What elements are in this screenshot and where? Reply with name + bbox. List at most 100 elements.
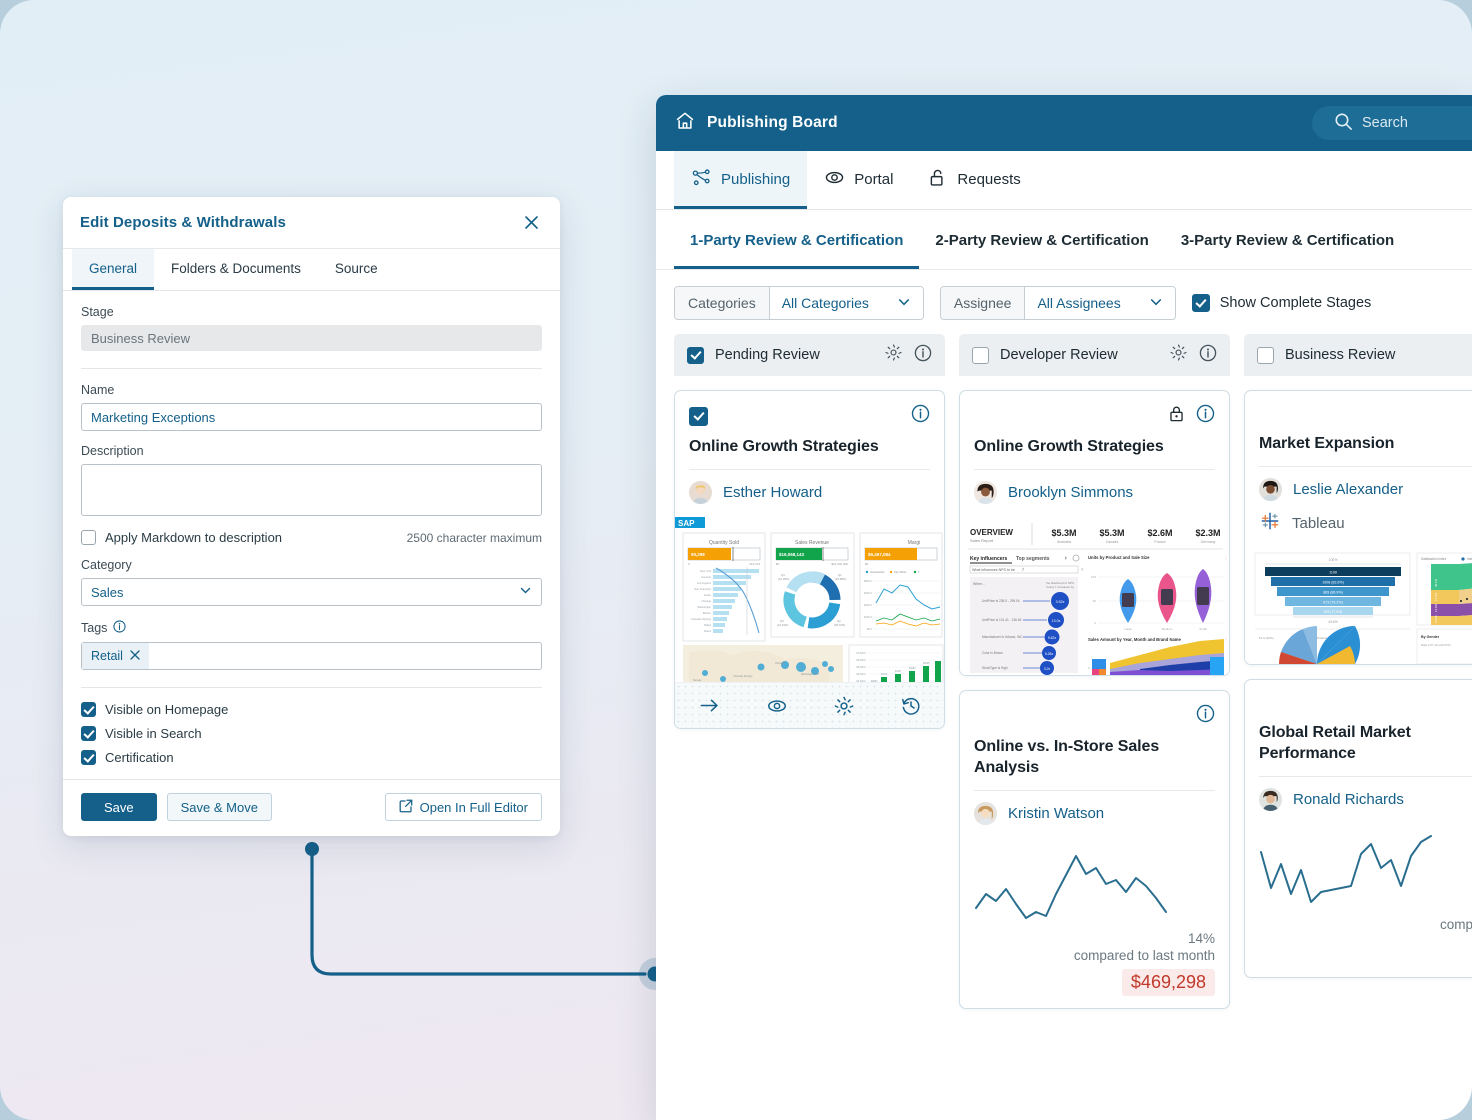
edit-dialog: Edit Deposits & Withdrawals General Fold… xyxy=(63,197,560,836)
card-source: Tableau xyxy=(1245,510,1472,545)
card-online-growth-strategies[interactable]: Online Growth Strategies Esther Howard S… xyxy=(674,390,945,730)
column-header: Pending Review xyxy=(674,334,945,376)
toggle-certification[interactable]: Certification xyxy=(81,750,542,765)
svg-text:Canada: Canada xyxy=(1106,540,1119,544)
search-input[interactable]: Search xyxy=(1312,106,1472,140)
name-input[interactable] xyxy=(81,403,542,431)
description-textarea[interactable] xyxy=(81,464,542,516)
svg-text:144,474: 144,474 xyxy=(749,562,760,566)
category-select[interactable]: Sales xyxy=(81,578,542,606)
gear-icon[interactable] xyxy=(884,343,903,367)
sub-tab-1-party[interactable]: 1-Party Review & Certification xyxy=(674,210,920,269)
info-icon[interactable] xyxy=(911,404,930,428)
column-header: Business Review xyxy=(1244,334,1472,376)
gear-icon[interactable] xyxy=(1169,343,1188,367)
sparkline-down xyxy=(975,855,1167,920)
metric-comparison: compared to last month xyxy=(1073,948,1215,964)
tab-source[interactable]: Source xyxy=(318,249,395,290)
card-metric: compared $ xyxy=(1259,917,1472,966)
column-checkbox-business-review[interactable] xyxy=(1257,346,1274,364)
svg-text:Chicago: Chicago xyxy=(775,662,785,665)
info-icon[interactable] xyxy=(1199,344,1217,367)
tab-portal[interactable]: Portal xyxy=(807,151,910,209)
card-online-growth-strategies-dev[interactable]: Online Growth Strategies Brooklyn Simmon… xyxy=(959,390,1230,677)
card-global-retail-market-performance[interactable]: Global Retail Market Performance Ronald … xyxy=(1244,679,1472,979)
info-icon[interactable] xyxy=(1196,404,1215,428)
assignee-filter-select[interactable]: All Assignees xyxy=(1025,287,1175,319)
arrow-right-icon[interactable] xyxy=(698,694,721,717)
categories-filter-select[interactable]: All Categories xyxy=(769,287,923,319)
metric-value: $469,298 xyxy=(1121,969,1215,997)
open-in-full-editor-label: Open In Full Editor xyxy=(419,799,528,815)
close-icon[interactable] xyxy=(520,212,542,234)
column-checkbox-developer-review[interactable] xyxy=(972,346,989,364)
save-and-move-button[interactable]: Save & Move xyxy=(166,793,272,821)
certification-checkbox[interactable] xyxy=(81,750,96,765)
visibility-toggles: Visible on Homepage Visible in Search Ce… xyxy=(81,702,542,779)
card-title: Global Retail Market Performance xyxy=(1259,724,1411,762)
markdown-checkbox[interactable] xyxy=(81,530,96,545)
svg-text:What influences NPS to be: What influences NPS to be xyxy=(972,568,1015,572)
column-checkbox-pending-review[interactable] xyxy=(687,346,704,364)
svg-text:$4172: $4172 xyxy=(881,674,888,676)
card-market-expansion[interactable]: Market Expansion Leslie Alexander Tablea… xyxy=(1244,390,1472,666)
eye-icon[interactable] xyxy=(766,695,788,717)
markdown-checkbox-row[interactable]: Apply Markdown to description xyxy=(81,530,282,545)
dialog-body: Stage Business Review Name Description A… xyxy=(63,291,560,779)
show-complete-stages-row[interactable]: Show Complete Stages xyxy=(1191,294,1371,312)
toggle-visible-search[interactable]: Visible in Search xyxy=(81,726,542,741)
source-name: Tableau xyxy=(1292,515,1345,533)
svg-text:StockType is High: StockType is High xyxy=(982,666,1008,670)
lock-icon[interactable] xyxy=(1167,404,1186,428)
dialog-header: Edit Deposits & Withdrawals xyxy=(63,197,560,249)
open-in-full-editor-button[interactable]: Open In Full Editor xyxy=(384,793,542,821)
info-icon[interactable] xyxy=(1196,704,1215,728)
assignee-name: Kristin Watson xyxy=(1008,805,1105,823)
home-icon[interactable] xyxy=(674,110,696,137)
info-icon[interactable] xyxy=(113,620,126,636)
tab-publishing[interactable]: Publishing xyxy=(674,151,808,209)
svg-text:New York: New York xyxy=(700,569,712,573)
app-title: Publishing Board xyxy=(707,114,838,131)
svg-text:50: 50 xyxy=(1093,599,1097,603)
avatar xyxy=(689,481,712,505)
save-button[interactable]: Save xyxy=(81,793,157,821)
svg-text:14.6%: 14.6% xyxy=(1434,604,1438,612)
svg-text:Top segments: Top segments xyxy=(1016,556,1050,562)
kanban-board: Pending Review Online Growth Strategies … xyxy=(656,334,1472,1010)
gear-icon[interactable] xyxy=(833,695,855,717)
visible-search-checkbox[interactable] xyxy=(81,726,96,741)
sub-tab-3-party[interactable]: 3-Party Review & Certification xyxy=(1165,210,1410,269)
info-icon[interactable] xyxy=(914,344,932,367)
card-select-checkbox[interactable] xyxy=(689,406,708,426)
search-icon xyxy=(1334,112,1353,135)
card-online-vs-instore-sales-analysis[interactable]: Online vs. In-Store Sales Analysis Krist… xyxy=(959,690,1230,1010)
svg-text:San Francisco: San Francisco xyxy=(694,587,711,591)
card-thumbnail-powerbi-dashboard: OVERVIEW Sales Report $5.3M Australia $5… xyxy=(960,517,1229,676)
category-label: Category xyxy=(81,558,132,572)
visible-homepage-checkbox[interactable] xyxy=(81,702,96,717)
canvas-background: Edit Deposits & Withdrawals General Fold… xyxy=(0,0,1472,1120)
svg-text:Small: Small xyxy=(1199,627,1207,631)
tab-folders-documents[interactable]: Folders & Documents xyxy=(154,249,318,290)
show-complete-stages-checkbox[interactable] xyxy=(1191,294,1210,312)
avatar xyxy=(1259,478,1282,502)
sub-tab-2-party[interactable]: 2-Party Review & Certification xyxy=(919,210,1164,269)
tags-input[interactable]: Retail xyxy=(81,642,542,670)
tab-requests[interactable]: Requests xyxy=(910,151,1037,209)
toggle-visible-homepage[interactable]: Visible on Homepage xyxy=(81,702,542,717)
assignee-name: Leslie Alexander xyxy=(1293,481,1404,499)
svg-text:$0 K: $0 K xyxy=(867,628,872,631)
tag-chip[interactable]: Retail xyxy=(82,643,149,669)
svg-text:$3,000 K: $3,000 K xyxy=(856,680,866,682)
history-icon[interactable] xyxy=(900,695,922,717)
tab-general[interactable]: General xyxy=(72,249,155,290)
card-header xyxy=(960,391,1229,428)
svg-text:3.52x: 3.52x xyxy=(1056,600,1065,604)
markdown-row: Apply Markdown to description 2500 chara… xyxy=(81,530,542,545)
app-nav-tabs: Publishing Portal Requests xyxy=(656,151,1472,210)
svg-text:SAP: SAP xyxy=(678,519,695,528)
remove-tag-icon[interactable] xyxy=(130,649,140,663)
svg-text:Sales Revenue: Sales Revenue xyxy=(795,540,829,546)
chevron-down-icon xyxy=(519,584,532,600)
